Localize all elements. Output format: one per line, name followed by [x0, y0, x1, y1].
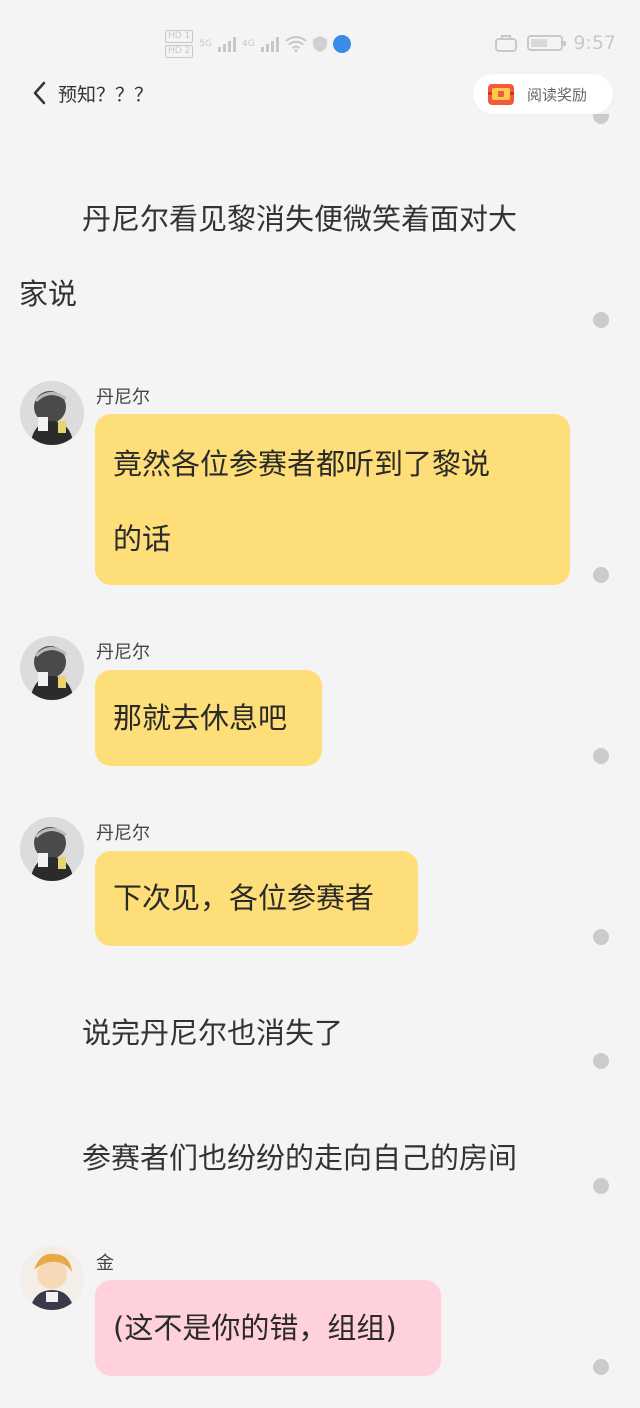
- app-notification-icon: [332, 35, 351, 53]
- wifi-icon: [285, 36, 307, 52]
- story-title: 预知？？？: [58, 83, 154, 106]
- alarm-bag-icon: [495, 35, 518, 52]
- battery-icon: [527, 35, 567, 51]
- signal-bars-icon: [218, 36, 236, 52]
- back-button[interactable]: 预知？？？: [30, 78, 153, 108]
- chat-bubble: 竟然各位参赛者都听到了黎说 的话: [95, 414, 570, 585]
- narration: 家说: [19, 277, 78, 311]
- network-type-2: 4G: [242, 39, 255, 49]
- narration: 说完丹尼尔也消失了: [82, 1016, 344, 1050]
- bubble-text: 竟然各位参赛者都听到了黎说: [113, 447, 491, 481]
- network-type-1: 5G: [199, 39, 212, 49]
- treasure-chest-icon: [488, 84, 514, 105]
- chat-bubble: (这不是你的错，组组): [95, 1280, 441, 1376]
- more-dot-icon[interactable]: [593, 748, 609, 764]
- sim2-badge: HD 2: [165, 45, 194, 58]
- bubble-text: 的话: [113, 522, 172, 556]
- speaker-name: 丹尼尔: [96, 823, 150, 844]
- bubble-text: 下次见，各位参赛者: [113, 881, 375, 915]
- shield-icon: [312, 36, 327, 52]
- chat-bubble: 那就去休息吧: [95, 670, 322, 766]
- avatar-jin[interactable]: [20, 1246, 84, 1310]
- clock: 9:57: [573, 32, 616, 54]
- bubble-text: 那就去休息吧: [113, 701, 288, 735]
- more-dot-icon[interactable]: [593, 1053, 609, 1069]
- avatar-image: [20, 817, 84, 881]
- more-dot-icon[interactable]: [593, 1178, 609, 1194]
- sim1-badge: HD 1: [165, 30, 194, 43]
- chat-bubble: 下次见，各位参赛者: [95, 851, 418, 946]
- chevron-left-icon: [33, 81, 46, 105]
- speaker-name: 丹尼尔: [96, 387, 150, 408]
- avatar-image: [20, 1246, 84, 1310]
- avatar-image: [20, 381, 84, 445]
- status-bar: HD 1 HD 2 5G 4G 9:57: [0, 0, 640, 70]
- signal-bars-2-icon: [260, 36, 279, 52]
- status-left: HD 1 HD 2 5G 4G: [165, 30, 351, 58]
- avatar-daniel[interactable]: [20, 636, 84, 700]
- narration: 参赛者们也纷纷的走向自己的房间: [82, 1141, 518, 1175]
- avatar-daniel[interactable]: [20, 817, 84, 881]
- bubble-text: (这不是你的错，组组): [113, 1311, 397, 1345]
- speaker-name: 金: [96, 1253, 114, 1274]
- avatar-daniel[interactable]: [20, 381, 84, 445]
- more-dot-icon[interactable]: [593, 114, 609, 124]
- status-right: 9:57: [495, 32, 616, 54]
- reading-reward-button[interactable]: 阅读奖励: [473, 74, 613, 114]
- more-dot-icon[interactable]: [593, 929, 609, 945]
- more-dot-icon[interactable]: [593, 567, 609, 583]
- speaker-name: 丹尼尔: [96, 642, 150, 663]
- reward-label: 阅读奖励: [527, 85, 588, 104]
- avatar-image: [20, 636, 84, 700]
- more-dot-icon[interactable]: [593, 1359, 609, 1375]
- more-dot-icon[interactable]: [593, 312, 609, 328]
- narration: 丹尼尔看见黎消失便微笑着面对大: [82, 202, 518, 236]
